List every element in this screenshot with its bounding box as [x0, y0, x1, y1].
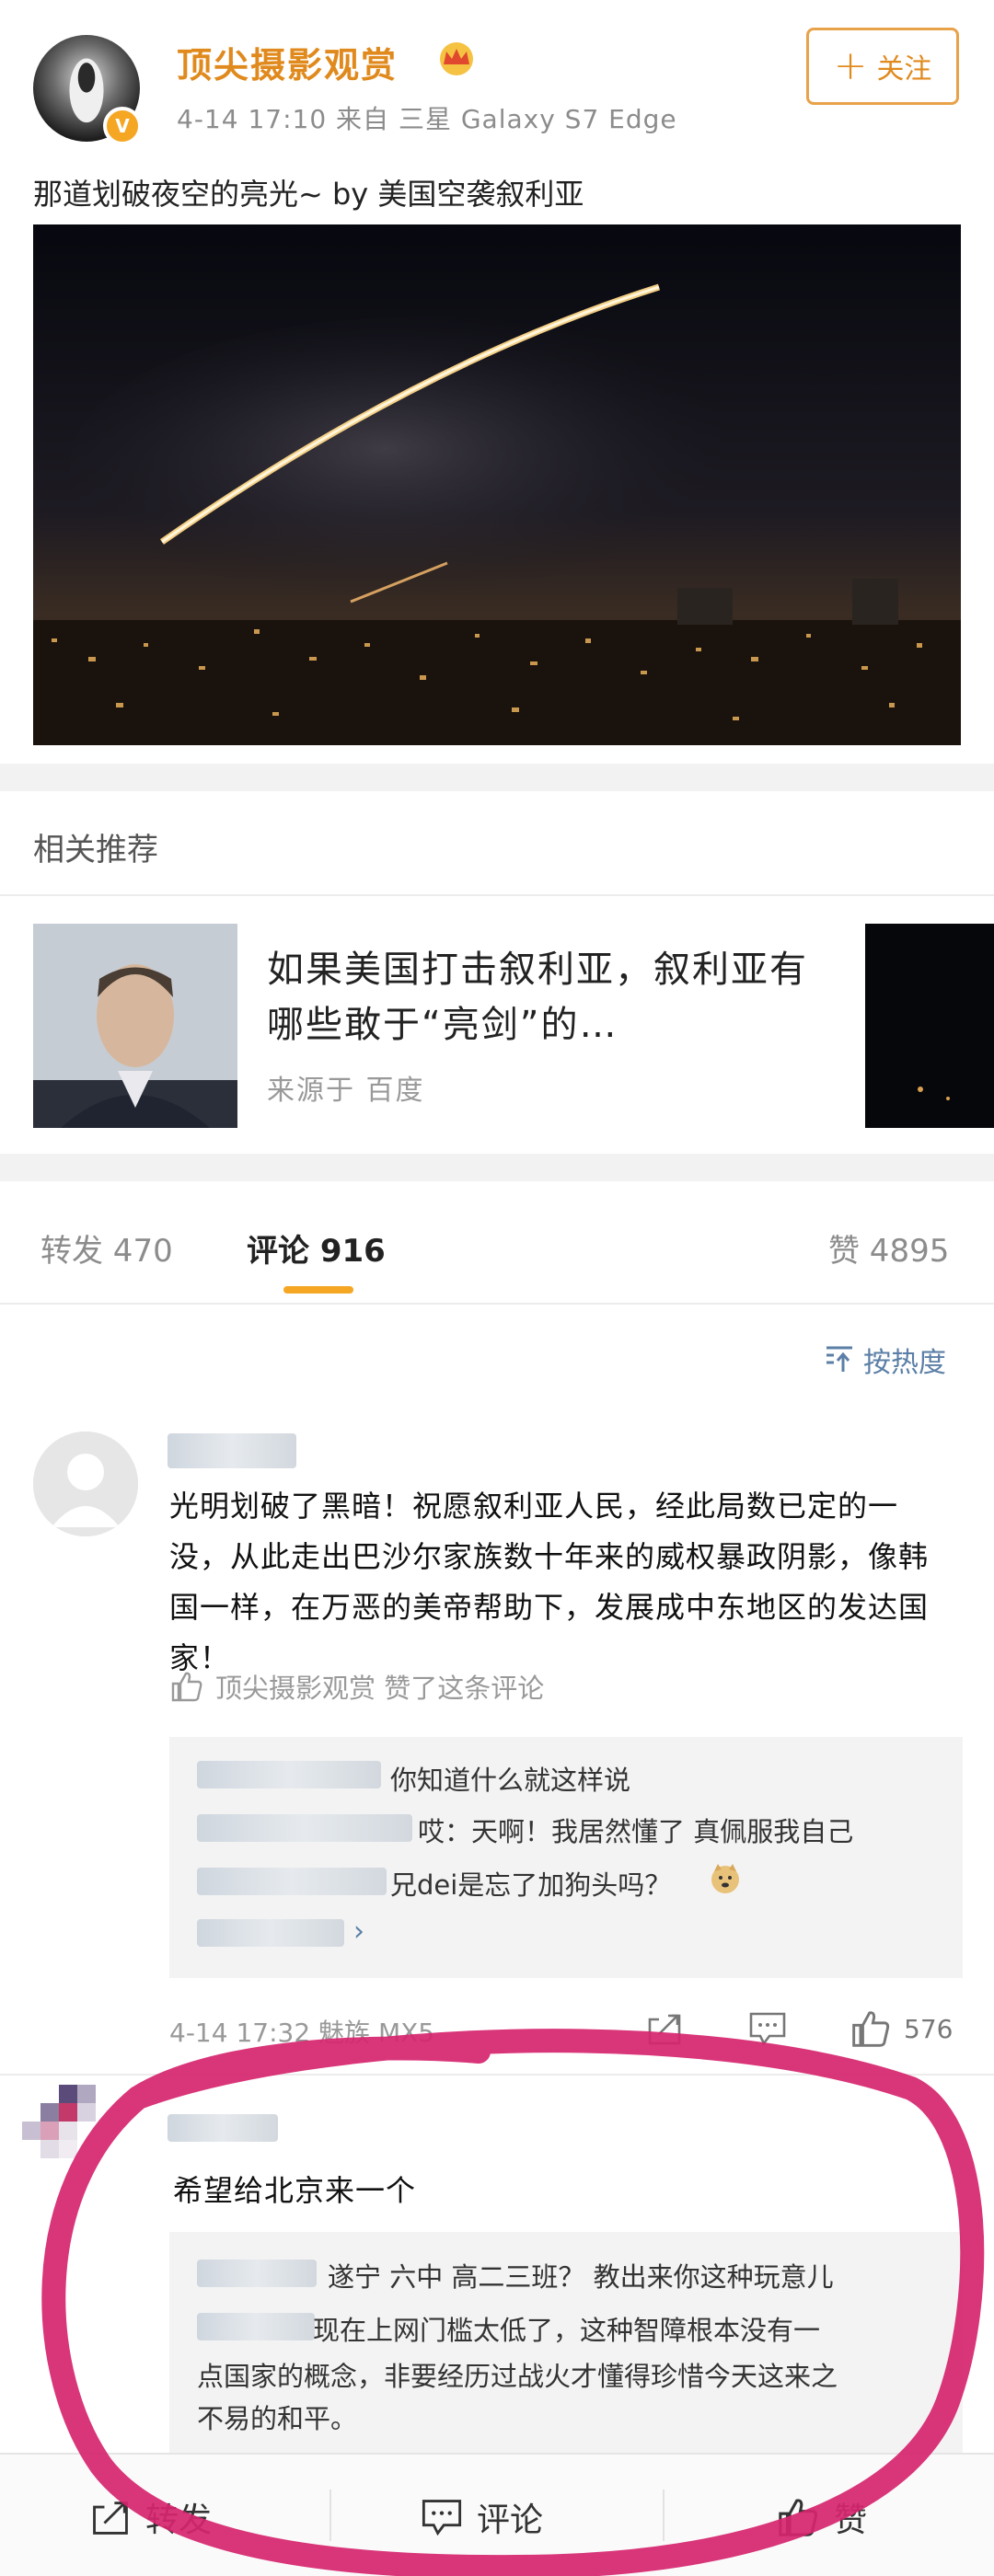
follow-label: 关注: [876, 53, 932, 86]
commenter-name-blurred[interactable]: [168, 2114, 278, 2142]
post-meta: 4-14 17:10 来自 三星 Galaxy S7 Edge: [177, 104, 677, 134]
post-photo[interactable]: [33, 224, 961, 745]
like-comment-button[interactable]: 576: [849, 2006, 953, 2052]
crown-icon: [440, 42, 473, 75]
follow-button[interactable]: + 关注: [806, 28, 959, 105]
divider: [329, 2490, 331, 2541]
reply-text: 兄dei是忘了加狗头吗？: [390, 1869, 672, 1901]
comment-text: 光明划破了黑暗！祝愿叙利亚人民，经此局数已定的一没，从此走出巴沙尔家族数十年来的…: [169, 1489, 930, 1675]
share-icon: [93, 2501, 128, 2535]
share-comment-button[interactable]: [644, 2006, 685, 2052]
related-headline[interactable]: 如果美国打击叙利亚，叙利亚有哪些敢于“亮剑”的…: [267, 942, 810, 1052]
related-thumbnail[interactable]: [33, 924, 237, 1128]
reply-text: 不易的和平。: [197, 2403, 358, 2434]
comment-label: 评论: [477, 2501, 544, 2539]
comment-text: 希望给北京来一个: [173, 2173, 417, 2208]
reply-text: 哎：天啊！我居然懂了 真佩服我自己: [418, 1816, 854, 1847]
related-thumbnail-next[interactable]: [865, 924, 994, 1128]
related-source: 来源于 百度: [267, 1075, 425, 1107]
comment-icon: [749, 2012, 786, 2046]
reply-text: 点国家的概念，非要经历过战火才懂得珍惜今天这来之: [197, 2361, 838, 2392]
chevron-right-icon: ›: [353, 1915, 364, 1948]
sort-label: 按热度: [863, 1347, 946, 1379]
tab-likes[interactable]: 赞 4895: [828, 1225, 949, 1271]
divider: [0, 894, 994, 896]
related-section-title: 相关推荐: [33, 832, 158, 868]
comment-icon: [422, 2500, 462, 2536]
poster-username[interactable]: 顶尖摄影观赏: [177, 37, 398, 87]
reply-author-blurred[interactable]: [197, 1814, 412, 1842]
comment-meta: 4-14 17:32 魅族 MX5: [169, 2018, 435, 2048]
post-text: 那道划破夜空的亮光~ by 美国空袭叙利亚: [33, 177, 584, 212]
liked-by-author: 顶尖摄影观赏 赞了这条评论: [169, 1667, 544, 1706]
repost-button[interactable]: 转发: [88, 2493, 212, 2541]
reply-author-blurred[interactable]: [197, 1761, 381, 1788]
doge-emoji-icon: [711, 1864, 739, 1893]
like-label: 赞: [834, 2501, 868, 2539]
comment-button[interactable]: 评论: [420, 2493, 543, 2541]
thumbs-up-icon: [852, 2011, 890, 2047]
divider: [0, 2074, 994, 2076]
reply-author-blurred[interactable]: [197, 1868, 387, 1895]
share-icon: [648, 2014, 681, 2045]
sort-by-hot-button[interactable]: 按热度: [823, 1340, 946, 1380]
like-button[interactable]: 赞: [775, 2493, 867, 2541]
commenter-avatar[interactable]: [33, 1432, 138, 1536]
reply-comment-button[interactable]: [747, 2006, 788, 2052]
reply-text: 现在上网门槛太低了，这种智障根本没有一: [313, 2315, 821, 2346]
reply-text: 遂宁 六中 高二三班？ 教出来你这种玩意儿: [328, 2261, 834, 2293]
reply-author-blurred[interactable]: [197, 2313, 315, 2340]
divider: [663, 2490, 665, 2541]
sort-icon: [826, 1346, 852, 1372]
thumbs-up-icon: [171, 1672, 202, 1702]
thumbs-up-icon: [779, 2499, 818, 2536]
liked-by-text: 顶尖摄影观赏 赞了这条评论: [215, 1673, 545, 1704]
plus-icon: +: [833, 42, 868, 89]
more-replies-link-blurred[interactable]: [197, 1919, 344, 1947]
section-gap: [0, 764, 994, 791]
section-gap: [0, 1154, 994, 1181]
commenter-name-blurred[interactable]: [168, 1433, 296, 1468]
verified-badge-icon: V: [103, 107, 142, 145]
reply-author-blurred[interactable]: [197, 2260, 317, 2287]
repost-label: 转发: [145, 2501, 213, 2539]
commenter-avatar-pixelated[interactable]: [22, 2085, 133, 2184]
tab-comments[interactable]: 评论 916: [247, 1225, 386, 1271]
active-tab-indicator: [283, 1286, 353, 1294]
divider: [0, 1303, 994, 1305]
tab-repost[interactable]: 转发 470: [40, 1225, 173, 1271]
reply-text: 你知道什么就这样说: [390, 1765, 631, 1796]
like-count: 576: [904, 2013, 954, 2044]
